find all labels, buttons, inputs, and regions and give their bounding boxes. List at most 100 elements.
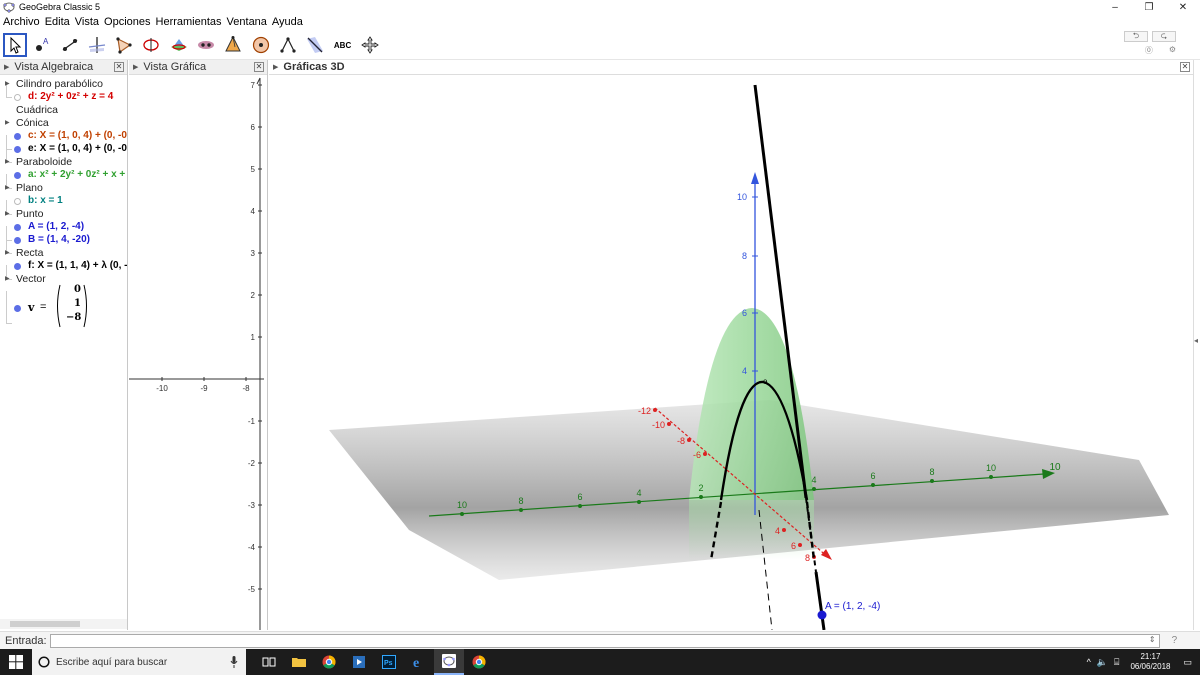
category-plano[interactable]: Plano (16, 182, 43, 194)
algebra-horizontal-scrollbar[interactable] (0, 619, 127, 629)
y-tick-label: 4 (811, 475, 816, 485)
circle-tool-button[interactable] (139, 33, 163, 57)
visibility-toggle-d[interactable] (14, 94, 21, 101)
input-history-icon[interactable]: ⇕ (1149, 635, 1156, 644)
object-b[interactable]: b: x = 1 (28, 195, 63, 206)
volume-icon[interactable]: 🔈 (1097, 657, 1108, 668)
vector-component-y: 1 (74, 298, 81, 309)
rotate-view-tool-button[interactable] (358, 33, 382, 57)
graphics-3d-scrollbar[interactable]: ◂ (1193, 60, 1200, 630)
close-algebra-view-button[interactable]: ✕ (114, 62, 124, 72)
y-tick (699, 495, 703, 499)
chrome-button[interactable] (314, 649, 344, 675)
file-explorer-button[interactable] (284, 649, 314, 675)
y-tick (930, 479, 934, 483)
graphics-3d-canvas[interactable]: 1086410 8 6 4 24 6 8 10 10-12-10-8-6468 A = (1, … (269, 60, 1193, 630)
object-c[interactable]: c: X = (1, 0, 4) + (0, -0. (28, 130, 127, 141)
text-tool-label: ABC (333, 40, 352, 50)
menu-ayuda[interactable]: Ayuda (272, 16, 303, 28)
close-window-button[interactable]: ✕ (1166, 0, 1200, 14)
network-icon[interactable]: ⌸ (1114, 657, 1119, 668)
menu-opciones[interactable]: Opciones (104, 16, 150, 28)
graphics-3d-view[interactable]: ▶ Gráficas 3D ✕ 10 8 6 4 10 8 6 4 2 4 6 … (269, 60, 1193, 630)
algebra-view-header: ▶ Vista Algebraica ✕ (0, 60, 127, 75)
toolbar-settings-icon[interactable]: ⚙ (1169, 45, 1176, 56)
photoshop-button[interactable]: Ps (374, 649, 404, 675)
menu-ventana[interactable]: Ventana (227, 16, 267, 28)
category-recta[interactable]: Recta (16, 247, 43, 259)
taskbar: Escribe aquí para buscar Ps e ^ 🔈 ⌸ 21:1… (0, 649, 1200, 675)
taskbar-search[interactable]: Escribe aquí para buscar (32, 649, 246, 675)
menu-edita[interactable]: Edita (45, 16, 70, 28)
visibility-toggle-c[interactable] (14, 133, 21, 140)
collapse-arrow-icon[interactable]: ◂ (1194, 336, 1198, 345)
graphics-2d-canvas[interactable]: 7 6 5 4 3 2 1 -1 -2 -3 -4 -5 -10 -9 -8 (129, 60, 268, 630)
toolbar-help-icon[interactable]: ⓪ (1145, 45, 1153, 56)
visibility-toggle-v[interactable] (14, 305, 21, 312)
collapse-triangle-icon[interactable]: ▶ (4, 63, 9, 71)
edge-button[interactable]: e (404, 649, 434, 675)
reflect-tool-button[interactable] (303, 33, 327, 57)
point-tool-button[interactable]: A (30, 33, 54, 57)
graphics-view[interactable]: ▶ Vista Gráfica ✕ 7 6 5 4 3 2 1 -1 -2 -3 -4 -5 -10 -9… (129, 60, 268, 630)
undo-button[interactable]: ⮌ (1124, 31, 1148, 42)
notifications-icon[interactable]: ▭ (1183, 657, 1192, 668)
windows-logo-icon (9, 655, 23, 669)
object-f[interactable]: f: X = (1, 1, 4) + λ (0, -( (28, 260, 127, 271)
intersect-surfaces-tool-button[interactable] (167, 33, 191, 57)
pyramid-tool-button[interactable] (221, 33, 245, 57)
visibility-toggle-f[interactable] (14, 263, 21, 270)
x-tick-label: -10 (156, 384, 168, 393)
photoshop-icon: Ps (382, 655, 396, 669)
x-tick-label: -12 (638, 406, 651, 416)
redo-button[interactable]: ⮎ (1152, 31, 1176, 42)
visibility-toggle-e[interactable] (14, 146, 21, 153)
visibility-toggle-a[interactable] (14, 172, 21, 179)
visibility-toggle-B[interactable] (14, 237, 21, 244)
minimize-button[interactable]: – (1098, 0, 1132, 14)
object-a[interactable]: a: x² + 2y² + 0z² + x + (28, 169, 125, 180)
sphere-tool-button[interactable] (249, 33, 273, 57)
y-tick (578, 504, 582, 508)
visibility-toggle-A[interactable] (14, 224, 21, 231)
polygon-tool-button[interactable] (112, 33, 136, 57)
category-paraboloide[interactable]: Paraboloide (16, 156, 72, 168)
geogebra-task-button[interactable] (434, 649, 464, 675)
y-tick-label: 2 (698, 483, 703, 493)
chrome-profile-button[interactable] (464, 649, 494, 675)
scrollbar-thumb[interactable] (10, 621, 80, 627)
media-player-icon (353, 656, 365, 668)
visibility-toggle-b[interactable] (14, 198, 21, 205)
object-e[interactable]: e: X = (1, 0, 4) + (0, -0. (28, 143, 127, 154)
menu-archivo[interactable]: Archivo (3, 16, 40, 28)
maximize-button[interactable]: ❐ (1132, 0, 1166, 14)
object-d[interactable]: d: 2y² + 0z² + z = 4 (28, 91, 113, 102)
microphone-icon[interactable] (230, 656, 238, 668)
angle-tool-button[interactable] (276, 33, 300, 57)
show-hidden-icons-icon[interactable]: ^ (1087, 657, 1091, 667)
reflect-icon (307, 37, 324, 53)
geogebra-logo-icon (3, 2, 15, 13)
move-tool-button[interactable] (3, 33, 27, 57)
object-B[interactable]: B = (1, 4, -20) (28, 234, 90, 245)
y-tick-label: 6 (251, 123, 256, 132)
category-punto[interactable]: Punto (16, 208, 43, 220)
category-conica[interactable]: Cónica (16, 117, 49, 129)
input-field[interactable]: ⇕ (49, 633, 1160, 648)
task-view-button[interactable] (254, 649, 284, 675)
object-A[interactable]: A = (1, 2, -4) (28, 221, 84, 232)
input-help-icon[interactable]: ? (1172, 635, 1178, 646)
perpendicular-tool-button[interactable] (85, 33, 109, 57)
clock[interactable]: 21:17 06/06/2018 (1130, 652, 1170, 672)
media-app-button[interactable] (344, 649, 374, 675)
x-tick (667, 422, 671, 426)
category-cuadrica[interactable]: Cuádrica (16, 104, 58, 116)
object-v[interactable]: v = 0 1 −8 (28, 281, 98, 329)
text-tool-button[interactable]: ABC (331, 33, 355, 57)
windows-start-button[interactable] (0, 649, 32, 675)
category-cilindro-parabolico[interactable]: Cilindro parabólico (16, 78, 103, 90)
menu-herramientas[interactable]: Herramientas (156, 16, 222, 28)
line-tool-button[interactable] (58, 33, 82, 57)
menu-vista[interactable]: Vista (75, 16, 99, 28)
plane-tool-button[interactable] (194, 33, 218, 57)
